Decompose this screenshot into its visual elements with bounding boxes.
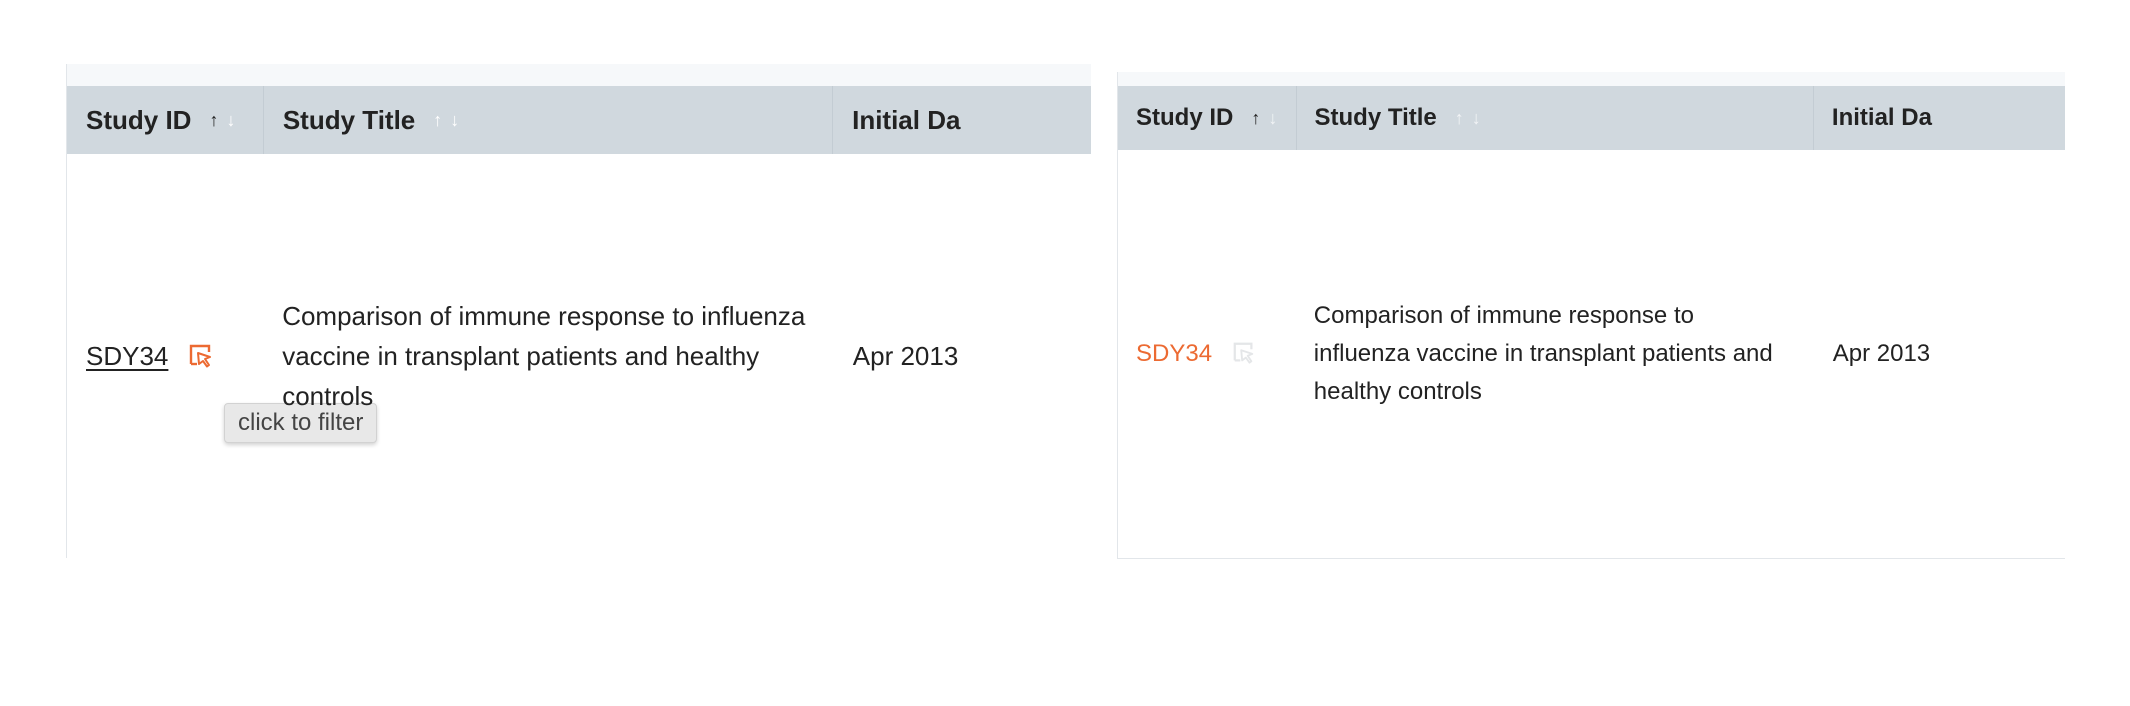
study-id-link[interactable]: SDY34 (1136, 340, 1212, 368)
table-header: Study ID ↑ ↓ Study Title ↑ ↓ Initial Da (67, 86, 1091, 154)
column-header-study-id[interactable]: Study ID ↑ ↓ (1118, 86, 1297, 150)
sort-controls[interactable]: ↑ ↓ (209, 110, 235, 131)
column-header-label: Initial Da (1831, 104, 1932, 131)
column-header-label: Study ID (86, 104, 192, 135)
sort-controls[interactable]: ↑ ↓ (1455, 108, 1481, 129)
column-header-study-id[interactable]: Study ID ↑ ↓ (67, 86, 264, 154)
column-header-initial-date[interactable]: Initial Da (833, 86, 1091, 154)
study-id-cell: SDY34 (1118, 340, 1296, 368)
study-title-cell: Comparison of immune response to influen… (1313, 302, 1773, 405)
study-table-default-state: Study ID ↑ ↓ Study Title ↑ ↓ Initial Da … (1117, 72, 2065, 559)
sort-descending-icon[interactable]: ↓ (226, 110, 235, 131)
initial-date-cell: Apr 2013 (1832, 340, 1931, 367)
column-header-study-title[interactable]: Study Title ↑ ↓ (264, 86, 834, 154)
sort-ascending-icon[interactable]: ↑ (433, 110, 442, 131)
sort-ascending-icon[interactable]: ↑ (1455, 108, 1464, 129)
column-header-study-title[interactable]: Study Title ↑ ↓ (1297, 86, 1814, 150)
filter-cursor-icon[interactable] (188, 343, 214, 369)
sort-descending-icon[interactable]: ↓ (1268, 108, 1277, 129)
sort-descending-icon[interactable]: ↓ (1472, 108, 1481, 129)
table-row: SDY34 click to filter Comparison of immu… (67, 154, 1091, 558)
table-top-strip (1118, 72, 2065, 86)
column-header-label: Study Title (1314, 104, 1437, 131)
sort-controls[interactable]: ↑ ↓ (433, 110, 459, 131)
initial-date-cell: Apr 2013 (852, 340, 959, 371)
study-id-cell: SDY34 click to filter (67, 341, 378, 443)
table-row: SDY34 Comparison of immune response to i… (1118, 150, 2065, 558)
column-header-label: Study ID (1136, 104, 1234, 131)
column-header-label: Study Title (282, 104, 416, 135)
sort-ascending-icon[interactable]: ↑ (1251, 108, 1260, 129)
table-header: Study ID ↑ ↓ Study Title ↑ ↓ Initial Da (1118, 86, 2065, 150)
sort-ascending-icon[interactable]: ↑ (209, 110, 218, 131)
study-table-hover-state: Study ID ↑ ↓ Study Title ↑ ↓ Initial Da … (66, 64, 1091, 558)
sort-controls[interactable]: ↑ ↓ (1251, 108, 1277, 129)
filter-cursor-icon[interactable] (1232, 341, 1258, 367)
study-id-link[interactable]: SDY34 (86, 341, 168, 372)
table-top-strip (67, 64, 1091, 86)
study-title-cell: Comparison of immune response to influen… (282, 301, 806, 411)
sort-descending-icon[interactable]: ↓ (450, 110, 459, 131)
column-header-label: Initial Da (852, 104, 961, 135)
column-header-initial-date[interactable]: Initial Da (1814, 86, 2065, 150)
